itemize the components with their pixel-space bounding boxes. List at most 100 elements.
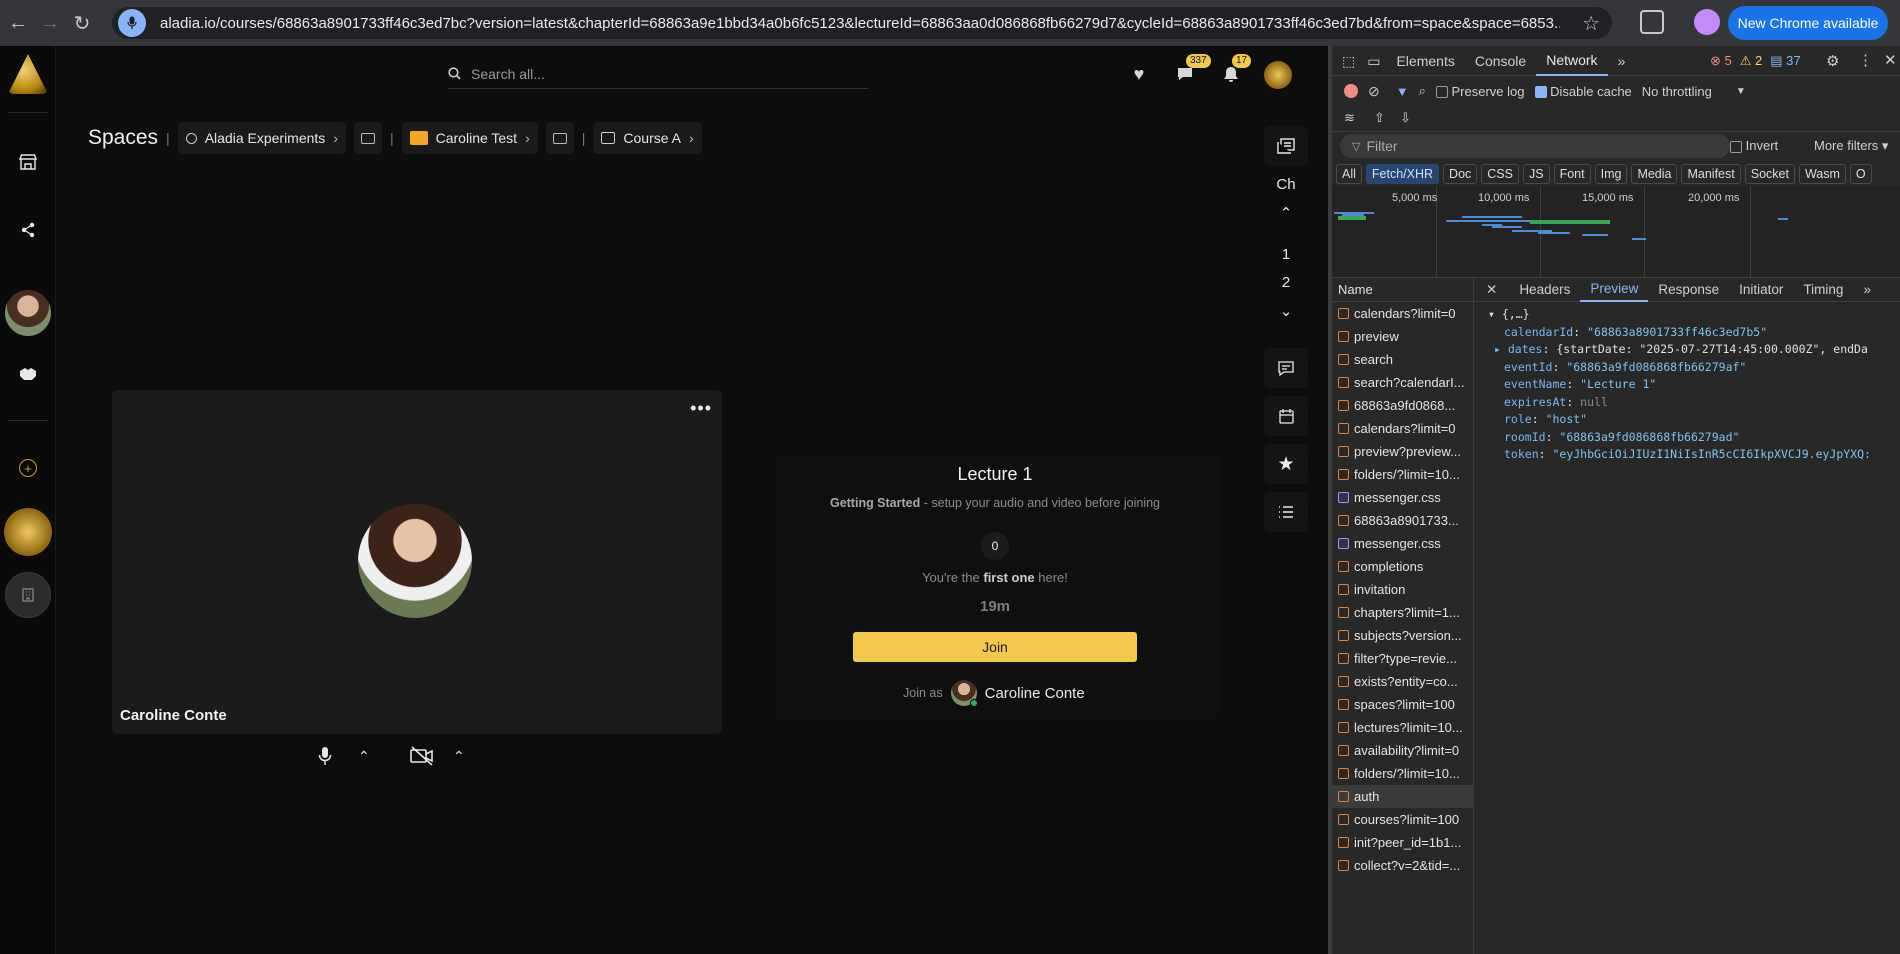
request-row[interactable]: completions: [1332, 555, 1473, 578]
json-line[interactable]: eventName: "Lecture 1": [1474, 376, 1900, 394]
request-row[interactable]: availability?limit=0: [1332, 739, 1473, 762]
camera-options-chevron-icon[interactable]: ⌃: [453, 748, 465, 765]
camera-off-icon[interactable]: [410, 746, 434, 771]
close-devtools-icon[interactable]: ✕: [1884, 51, 1897, 69]
request-row[interactable]: filter?type=revie...: [1332, 647, 1473, 670]
filter-type-font[interactable]: Font: [1553, 164, 1591, 184]
filter-type-media[interactable]: Media: [1631, 164, 1678, 184]
extensions-icon[interactable]: [1640, 10, 1664, 34]
detail-tab-preview[interactable]: Preview: [1580, 278, 1649, 302]
panel-toggle-icon[interactable]: [353, 122, 382, 154]
request-row[interactable]: exists?entity=co...: [1332, 670, 1473, 693]
filter-type-all[interactable]: All: [1336, 164, 1362, 184]
invert-checkbox[interactable]: Invert: [1730, 138, 1778, 153]
chapter-page-1[interactable]: 1: [1264, 246, 1308, 263]
request-row[interactable]: preview?preview...: [1332, 440, 1473, 463]
disable-cache-checkbox[interactable]: Disable cache: [1534, 84, 1632, 99]
request-row[interactable]: 68863a8901733...: [1332, 509, 1473, 532]
request-row[interactable]: courses?limit=100: [1332, 808, 1473, 831]
request-row[interactable]: search: [1332, 348, 1473, 371]
share-icon[interactable]: [8, 210, 48, 250]
address-bar[interactable]: aladia.io/courses/68863a8901733ff46c3ed7…: [112, 7, 1612, 39]
aladia-logo[interactable]: [8, 54, 48, 94]
account-avatar[interactable]: [1264, 61, 1292, 89]
chrome-update-button[interactable]: New Chrome available: [1728, 6, 1888, 40]
notifications-bell-icon[interactable]: 17: [1218, 54, 1252, 87]
request-row[interactable]: messenger.css: [1332, 532, 1473, 555]
filter-funnel-icon[interactable]: ▼: [1396, 84, 1409, 99]
more-filters-dropdown[interactable]: More filters ▾: [1814, 138, 1888, 154]
library-icon[interactable]: [1264, 126, 1308, 166]
url-text[interactable]: aladia.io/courses/68863a8901733ff46c3ed7…: [160, 15, 1560, 32]
microphone-icon[interactable]: [118, 9, 146, 37]
list-icon[interactable]: [1264, 492, 1308, 532]
filter-type-wasm[interactable]: Wasm: [1798, 164, 1846, 184]
request-row[interactable]: auth: [1332, 785, 1473, 808]
request-row[interactable]: collect?v=2&tid=...: [1332, 854, 1473, 877]
more-options-icon[interactable]: •••: [690, 398, 712, 419]
detail-tab-headers[interactable]: Headers: [1509, 278, 1580, 302]
filter-type-img[interactable]: Img: [1594, 164, 1628, 184]
request-row[interactable]: search?calendarI...: [1332, 371, 1473, 394]
request-row[interactable]: invitation: [1332, 578, 1473, 601]
building-icon[interactable]: [5, 572, 51, 618]
request-row[interactable]: lectures?limit=10...: [1332, 716, 1473, 739]
json-line[interactable]: ▸ dates: {startDate: "2025-07-27T14:45:0…: [1474, 341, 1900, 359]
store-icon[interactable]: [8, 142, 48, 182]
profile-avatar[interactable]: [1694, 9, 1720, 35]
calendar-icon[interactable]: [1264, 396, 1308, 436]
search-input[interactable]: Search all...: [471, 66, 545, 82]
chapter-page-2[interactable]: 2: [1264, 274, 1308, 291]
json-line[interactable]: calendarId: "68863a8901733ff46c3ed7b5": [1474, 324, 1900, 342]
request-row[interactable]: folders/?limit=10...: [1332, 463, 1473, 486]
breadcrumb-item-course[interactable]: Course A ›: [593, 122, 702, 154]
kebab-menu-icon[interactable]: ⋮: [1858, 51, 1873, 69]
request-row[interactable]: calendars?limit=0: [1332, 302, 1473, 325]
request-row[interactable]: messenger.css: [1332, 486, 1473, 509]
chevron-down-icon[interactable]: ▼: [1736, 86, 1746, 97]
search-icon[interactable]: ⌕: [1419, 83, 1426, 99]
join-button[interactable]: Join: [853, 632, 1137, 662]
user-avatar[interactable]: [5, 290, 51, 336]
more-tabs-icon[interactable]: »: [1608, 46, 1636, 76]
export-har-icon[interactable]: ⇩: [1400, 110, 1411, 126]
reload-icon[interactable]: ↻: [68, 9, 96, 37]
messages-icon[interactable]: 337: [1172, 54, 1211, 87]
breadcrumb-item-space[interactable]: Aladia Experiments ›: [177, 122, 346, 154]
inspect-element-icon[interactable]: ⬚: [1332, 46, 1361, 76]
microphone-options-chevron-icon[interactable]: ⌃: [358, 748, 370, 765]
json-line[interactable]: token: "eyJhbGciOiJIUzI1NiIsInR5cCI6IkpX…: [1474, 446, 1900, 464]
chevron-right-icon[interactable]: ›: [525, 130, 530, 146]
tab-console[interactable]: Console: [1465, 46, 1536, 76]
filter-type-css[interactable]: CSS: [1481, 164, 1519, 184]
filter-type-o[interactable]: O: [1849, 164, 1872, 184]
breadcrumb-item-folder[interactable]: Caroline Test ›: [401, 122, 538, 154]
tab-elements[interactable]: Elements: [1386, 46, 1464, 76]
request-row[interactable]: 68863a9fd0868...: [1332, 394, 1473, 417]
add-space-icon[interactable]: +: [19, 459, 37, 477]
request-row[interactable]: folders/?limit=10...: [1332, 762, 1473, 785]
request-row[interactable]: preview: [1332, 325, 1473, 348]
detail-tab-response[interactable]: Response: [1648, 278, 1729, 302]
settings-gear-icon[interactable]: ⚙: [1826, 52, 1839, 70]
clear-icon[interactable]: ⊘: [1368, 83, 1380, 100]
json-line[interactable]: role: "host": [1474, 411, 1900, 429]
request-row[interactable]: spaces?limit=100: [1332, 693, 1473, 716]
preserve-log-checkbox[interactable]: Preserve log: [1435, 84, 1525, 99]
chevron-right-icon[interactable]: ›: [333, 130, 338, 146]
back-icon[interactable]: ←: [4, 9, 32, 37]
detail-tab-initiator[interactable]: Initiator: [1729, 278, 1793, 302]
name-column-header[interactable]: Name: [1332, 278, 1473, 302]
filter-type-manifest[interactable]: Manifest: [1681, 164, 1741, 184]
json-line[interactable]: expiresAt: null: [1474, 394, 1900, 412]
throttling-select[interactable]: No throttling: [1642, 84, 1712, 99]
request-row[interactable]: calendars?limit=0: [1332, 417, 1473, 440]
filter-type-doc[interactable]: Doc: [1443, 164, 1478, 184]
more-detail-tabs-icon[interactable]: »: [1853, 278, 1881, 302]
filter-type-js[interactable]: JS: [1522, 164, 1550, 184]
filter-input[interactable]: ▽ Filter: [1340, 134, 1730, 158]
panel-toggle-icon[interactable]: [545, 122, 574, 154]
detail-tab-timing[interactable]: Timing: [1793, 278, 1853, 302]
global-search[interactable]: Search all...: [448, 59, 868, 89]
page-title[interactable]: Spaces: [88, 126, 158, 150]
